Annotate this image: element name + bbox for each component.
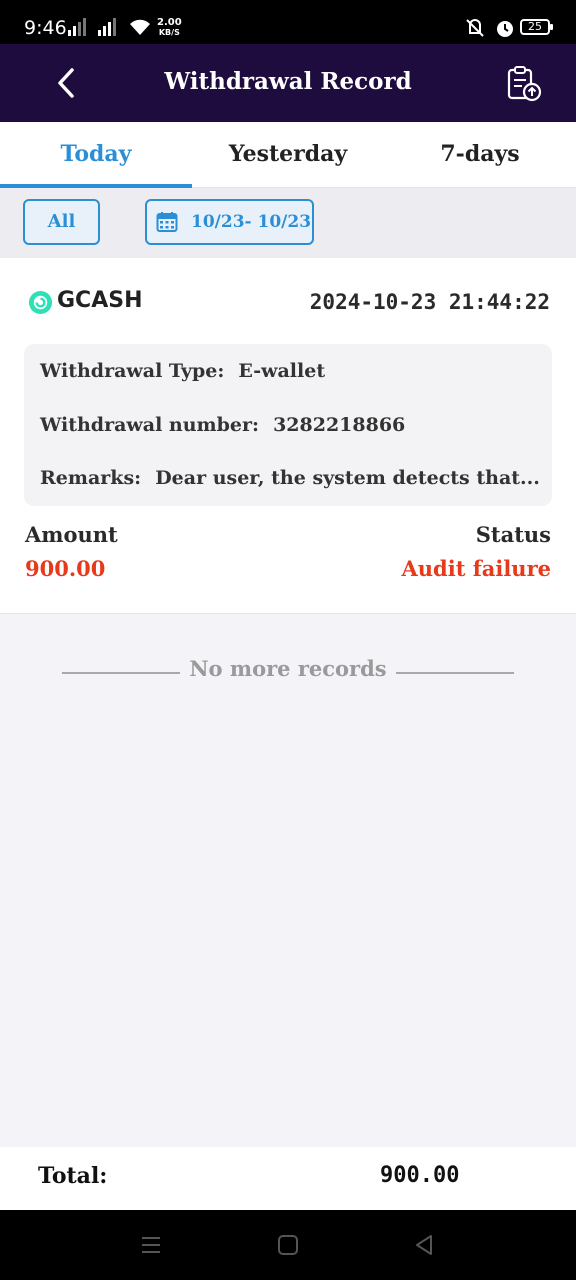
no-more-records-text: No more records: [189, 656, 387, 681]
battery-indicator: 25: [520, 19, 553, 35]
withdrawal-number-label: Withdrawal number:: [40, 414, 260, 436]
status-label: Status: [475, 522, 551, 547]
date-range-text: 10/23- 10/23: [191, 212, 312, 232]
calendar-icon: [156, 212, 178, 232]
record-details: Withdrawal Type: E-wallet Withdrawal numb…: [24, 344, 552, 506]
clipboard-upload-icon[interactable]: [504, 64, 544, 104]
total-bar: Total: 900.00: [0, 1147, 576, 1210]
all-filter-button[interactable]: All: [23, 199, 100, 245]
network-speed: 2.00 KB/S: [157, 18, 182, 38]
date-tabs: Today Yesterday 7-days: [0, 122, 576, 188]
date-range-button[interactable]: 10/23- 10/23: [145, 199, 314, 245]
wifi-icon: [130, 19, 150, 35]
status-value: Audit failure: [401, 556, 551, 581]
speed-value: 2.00: [157, 17, 182, 28]
withdrawal-number-row: Withdrawal number: 3282218866: [40, 414, 405, 436]
withdrawal-type-label: Withdrawal Type:: [40, 360, 225, 382]
home-icon[interactable]: [277, 1234, 299, 1256]
amount-value: 900.00: [25, 556, 106, 581]
payment-method: GCASH: [57, 288, 143, 313]
speed-unit: KB/S: [158, 28, 180, 37]
system-nav-bar: [0, 1210, 576, 1280]
amount-label: Amount: [25, 522, 118, 547]
gcash-logo-icon: [28, 290, 53, 315]
page-title: Withdrawal Record: [164, 68, 412, 95]
tab-yesterday[interactable]: Yesterday: [192, 122, 384, 188]
alarm-icon: [497, 21, 513, 37]
signal-icon: [98, 18, 116, 36]
withdrawal-type-value: E-wallet: [238, 360, 326, 382]
mute-icon: [466, 19, 484, 37]
list-end-indicator: No more records: [0, 656, 576, 688]
back-nav-icon[interactable]: [413, 1234, 435, 1256]
tab-today[interactable]: Today: [0, 122, 192, 188]
divider: [396, 672, 514, 674]
remarks-row: Remarks: Dear user, the system detects th…: [40, 467, 540, 489]
tab-7-days[interactable]: 7-days: [384, 122, 576, 188]
total-label: Total:: [38, 1163, 108, 1189]
clock: 9:46: [24, 17, 67, 39]
withdrawal-type-row: Withdrawal Type: E-wallet: [40, 360, 325, 382]
record-datetime: 2024-10-23 21:44:22: [309, 290, 550, 314]
status-bar: 9:46 2.00 KB/S 25: [0, 0, 576, 44]
menu-icon[interactable]: [140, 1234, 162, 1256]
signal-icon: [68, 18, 86, 36]
remarks-value: Dear user, the system detects that...: [155, 467, 540, 489]
remarks-label: Remarks:: [40, 467, 142, 489]
filter-bar: All 10/23- 10/23: [0, 188, 576, 258]
total-value: 900.00: [380, 1163, 460, 1188]
withdrawal-number-value: 3282218866: [273, 414, 406, 436]
withdrawal-record-card[interactable]: GCASH 2024-10-23 21:44:22 Withdrawal Typ…: [0, 258, 576, 614]
app-header: Withdrawal Record: [0, 44, 576, 122]
